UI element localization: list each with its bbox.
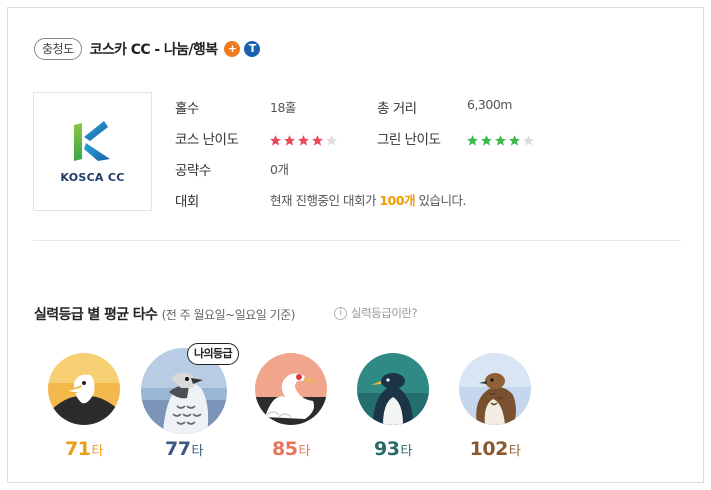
- plus-badge-icon: +: [224, 41, 241, 57]
- course-card: 충청도 코스카 CC - 나눔/행복 + T KOSCA CC 홀수 18홀 총…: [7, 7, 704, 483]
- skill-help-label: 실력등급이란?: [351, 306, 418, 320]
- region-badge[interactable]: 충청도: [34, 38, 82, 60]
- course-difficulty-stars: [269, 134, 338, 147]
- eagle-icon: [48, 353, 120, 425]
- score-penguin: 93타: [348, 438, 438, 460]
- star-filled-icon: [467, 135, 478, 146]
- course-title: 코스카 CC - 나눔/행복: [89, 42, 218, 58]
- star-filled-icon: [312, 135, 323, 146]
- star-filled-icon: [270, 135, 281, 146]
- score-unit: 타: [191, 444, 203, 459]
- skill-title: 실력등급 별 평균 타수: [34, 307, 158, 323]
- score-unit: 타: [298, 444, 310, 459]
- green-difficulty-label: 그린 난이도: [377, 132, 441, 148]
- skill-help-link[interactable]: i 실력등급이란?: [334, 305, 418, 321]
- course-difficulty-label: 코스 난이도: [175, 132, 239, 148]
- score-value: 93: [374, 438, 400, 460]
- course-header: 충청도 코스카 CC - 나눔/행복 + T: [34, 38, 261, 60]
- score-unit: 타: [91, 444, 103, 459]
- score-crane: 85타: [246, 438, 336, 460]
- score-value: 85: [272, 438, 298, 460]
- kosca-logo-icon: [74, 121, 110, 161]
- star-empty-icon: [523, 135, 534, 146]
- strategy-value: 0개: [270, 162, 289, 177]
- strategy-label: 공략수: [175, 163, 211, 179]
- score-unit: 타: [508, 444, 521, 459]
- info-icon: i: [334, 306, 347, 320]
- score-value: 71: [65, 438, 91, 460]
- grade-eagle[interactable]: [48, 353, 120, 425]
- my-grade-tag: 나의등급: [187, 343, 240, 365]
- score-eagle: 71타: [39, 438, 129, 460]
- tournament-prefix: 현재 진행중인 대회가: [270, 193, 380, 208]
- star-filled-icon: [298, 135, 309, 146]
- skill-section-title: 실력등급 별 평균 타수 (전 주 월요일~일요일 기준): [34, 304, 295, 324]
- star-filled-icon: [481, 135, 492, 146]
- penguin-icon: [357, 353, 429, 425]
- tournament-count[interactable]: 100개: [379, 193, 415, 208]
- distance-value: 6,300m: [467, 97, 512, 112]
- score-value: 77: [165, 438, 191, 460]
- grade-sparrow[interactable]: [459, 353, 531, 425]
- section-divider: [33, 240, 681, 241]
- score-hawk: 77타: [139, 438, 229, 460]
- score-value: 102: [469, 438, 509, 460]
- distance-label: 총 거리: [377, 101, 417, 117]
- star-filled-icon: [495, 135, 506, 146]
- score-unit: 타: [400, 444, 412, 459]
- crane-icon: [255, 353, 327, 425]
- star-empty-icon: [326, 135, 337, 146]
- course-logo: KOSCA CC: [33, 92, 152, 211]
- tournament-text: 현재 진행중인 대회가 100개 있습니다.: [270, 190, 466, 209]
- star-filled-icon: [284, 135, 295, 146]
- tournament-suffix: 있습니다.: [415, 193, 466, 208]
- sparrow-icon: [459, 353, 531, 425]
- star-filled-icon: [509, 135, 520, 146]
- score-sparrow: 102타: [450, 438, 540, 460]
- grade-crane[interactable]: [255, 353, 327, 425]
- t-badge-icon: T: [244, 41, 261, 57]
- grade-penguin[interactable]: [357, 353, 429, 425]
- holes-label: 홀수: [175, 101, 199, 117]
- skill-subtitle: (전 주 월요일~일요일 기준): [161, 308, 296, 322]
- logo-text: KOSCA CC: [60, 171, 125, 184]
- green-difficulty-stars: [466, 134, 535, 147]
- tournament-label: 대회: [175, 194, 199, 210]
- holes-value: 18홀: [270, 100, 296, 115]
